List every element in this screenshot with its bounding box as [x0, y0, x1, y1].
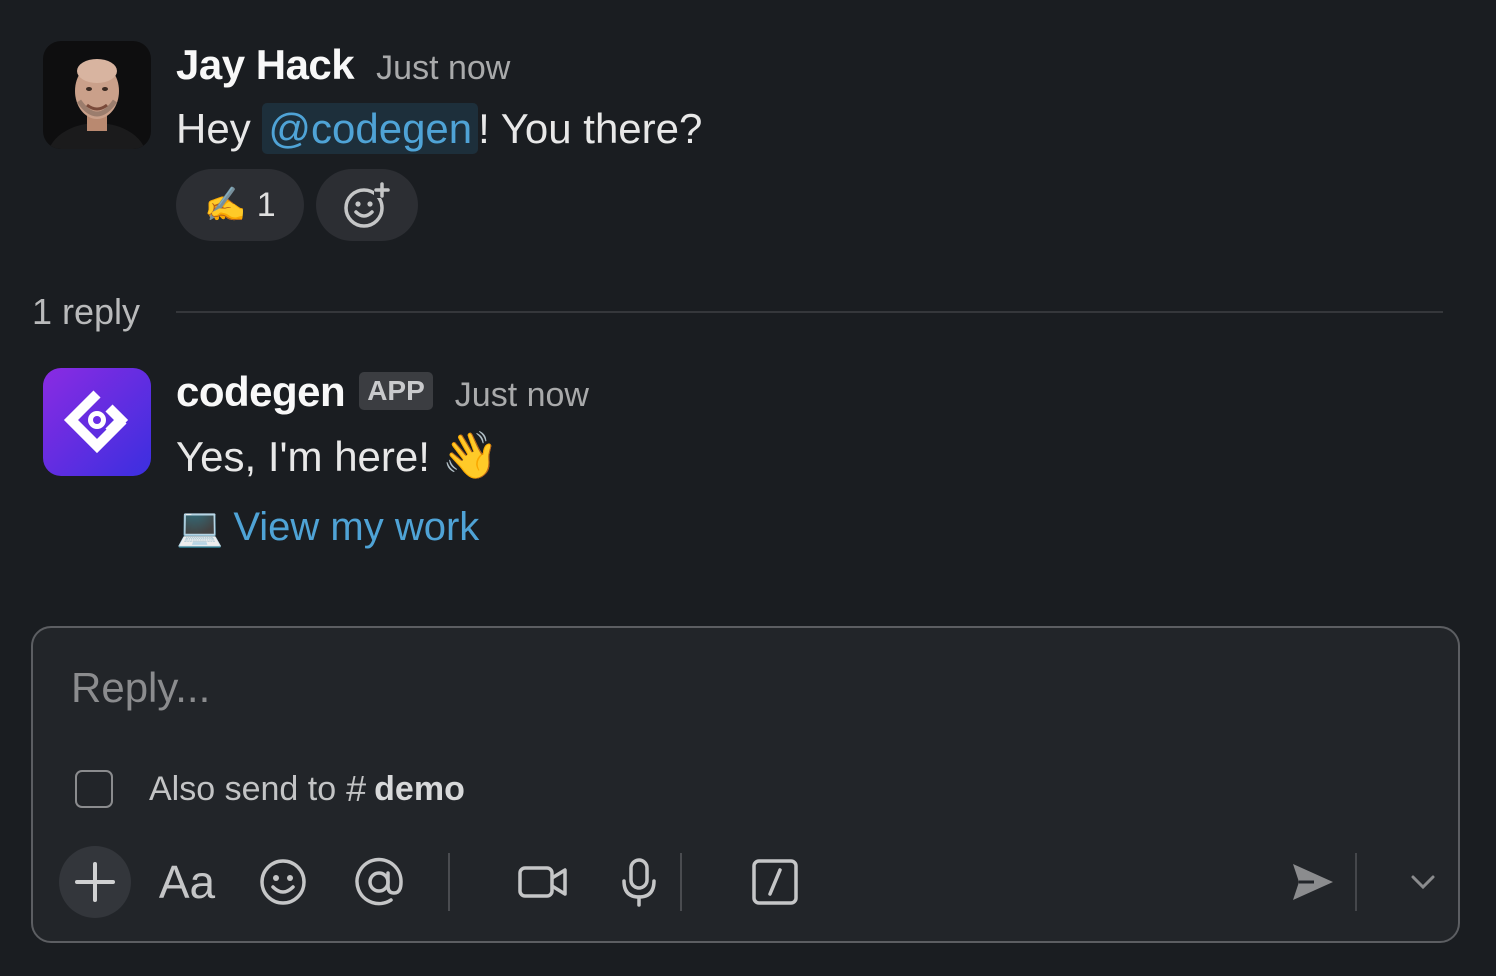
add-reaction-button[interactable] — [316, 169, 418, 241]
waving-hand-emoji: 👋 — [441, 429, 499, 481]
microphone-icon — [622, 858, 656, 907]
thread-reply-divider: 1 reply — [32, 290, 1443, 334]
shortcuts-button[interactable] — [743, 846, 807, 918]
also-send-label: Also send to — [149, 769, 337, 808]
at-sign-icon — [355, 857, 403, 906]
avatar-codegen[interactable] — [43, 368, 151, 476]
author-name[interactable]: Jay Hack — [176, 41, 355, 89]
reply-text: Yes, I'm here! — [176, 433, 430, 480]
reply-input[interactable]: Reply... — [71, 664, 210, 712]
send-button[interactable] — [1281, 846, 1345, 918]
send-options-button[interactable] — [1401, 846, 1445, 918]
attach-button[interactable] — [59, 846, 131, 918]
laptop-emoji: 💻 — [176, 506, 224, 549]
view-work-row: 💻 View my work — [176, 505, 589, 550]
channel-hash-icon: # — [346, 768, 367, 809]
video-camera-icon — [518, 866, 567, 898]
formatting-button[interactable]: Aa — [155, 846, 219, 918]
message-body: codegen APP Just now Yes, I'm here! 👋 💻 … — [176, 368, 589, 550]
format-text-icon: Aa — [158, 856, 216, 908]
codegen-logo-icon — [43, 368, 151, 476]
mention-codegen[interactable]: @codegen — [262, 103, 479, 154]
timestamp[interactable]: Just now — [376, 49, 510, 88]
also-send-checkbox[interactable] — [75, 770, 113, 808]
toolbar-separator — [680, 853, 682, 911]
mention-button[interactable] — [349, 846, 409, 918]
emoji-button[interactable] — [253, 846, 313, 918]
reactions-bar: ✍️ 1 — [176, 169, 702, 241]
view-my-work-link[interactable]: View my work — [233, 505, 479, 550]
reaction-writing-hand[interactable]: ✍️ 1 — [176, 169, 304, 241]
message-text: Hey @codegen! You there? — [176, 103, 703, 154]
video-button[interactable] — [511, 846, 575, 918]
reply-text-row: Yes, I'm here! 👋 — [176, 428, 589, 483]
writing-hand-emoji: ✍️ — [204, 186, 247, 224]
plus-icon — [75, 862, 115, 902]
audio-button[interactable] — [611, 846, 667, 918]
channel-name: demo — [374, 769, 465, 808]
reply-count: 1 reply — [32, 291, 141, 332]
app-badge: APP — [359, 372, 433, 410]
avatar-jay-hack[interactable] — [43, 41, 151, 149]
author-name[interactable]: codegen — [176, 368, 346, 416]
add-reaction-icon — [344, 182, 390, 228]
composer-toolbar: Aa — [59, 846, 1435, 918]
toolbar-separator — [1355, 853, 1357, 911]
message-text-before: Hey — [176, 105, 263, 152]
slash-command-icon — [752, 859, 798, 905]
send-icon — [1293, 864, 1333, 900]
toolbar-separator — [448, 853, 450, 911]
chevron-down-icon — [1411, 875, 1435, 890]
emoji-icon — [260, 859, 306, 905]
reaction-count: 1 — [256, 185, 276, 224]
also-send-row: Also send to # demo — [75, 768, 465, 810]
message-body: Jay Hack Just now Hey @codegen! You ther… — [176, 41, 702, 241]
divider-line — [176, 311, 1443, 313]
message-text-after: ! You there? — [478, 105, 703, 152]
timestamp[interactable]: Just now — [455, 376, 589, 415]
reply-composer[interactable]: Reply... Also send to # demo Aa — [31, 626, 1460, 943]
